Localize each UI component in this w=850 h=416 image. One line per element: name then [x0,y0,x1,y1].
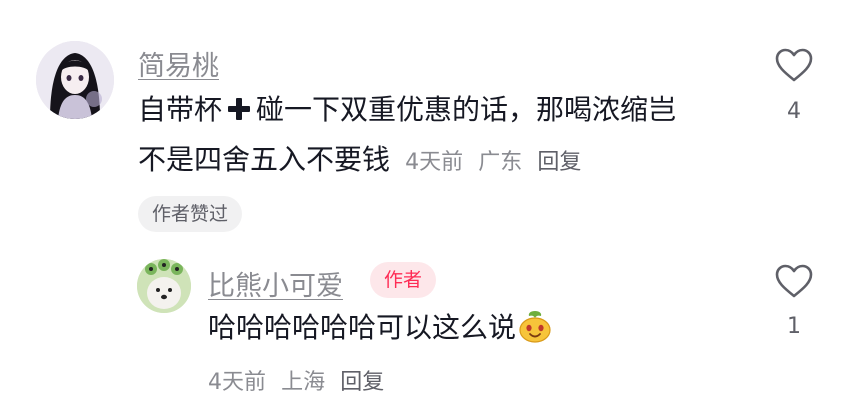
comment-text-line2-row: 不是四舍五入不要钱 4天前 广东 回复 [138,134,581,186]
reply-avatar[interactable] [137,259,191,313]
comment-time: 4天前 [405,150,464,175]
author-liked-badge: 作者赞过 [138,196,243,232]
reply-location: 上海 [281,370,326,395]
heavy-plus-icon [226,87,252,120]
comment-text-part1: 自带杯 [138,93,223,126]
comment-text-line2: 不是四舍五入不要钱 [138,143,391,176]
comment-username[interactable]: 简易桃 [138,44,219,83]
reply-meta-row: 4天前 上海 回复 [208,364,384,396]
author-badge: 作者 [370,262,437,298]
reply-username[interactable]: 比熊小可爱 [208,264,343,303]
comment-text-line1: 自带杯 碰一下双重优惠的话，那喝浓缩岂 [138,84,676,136]
smiling-mango-emoji-icon [518,308,552,343]
avatar-anime-girl-icon [36,41,114,119]
reply-text-row: 哈哈哈哈哈哈可以这么说 [208,302,552,354]
reply-like-count: 1 [787,314,801,339]
reply-text: 哈哈哈哈哈哈可以这么说 [208,311,517,344]
avatar[interactable] [36,41,114,119]
comment-text-part2: 碰一下双重优惠的话，那喝浓缩岂 [256,93,677,126]
reply-like-button[interactable] [774,262,814,302]
avatar-dog-icon [137,259,191,313]
heart-icon [775,48,813,82]
comment-location: 广东 [478,150,523,175]
comment-reply-button[interactable]: 回复 [537,150,581,175]
reply-reply-button[interactable]: 回复 [340,370,384,395]
comment-like-count: 4 [787,99,801,124]
heart-icon [775,264,813,298]
comment-like-button[interactable] [774,46,814,86]
reply-time: 4天前 [208,370,266,395]
